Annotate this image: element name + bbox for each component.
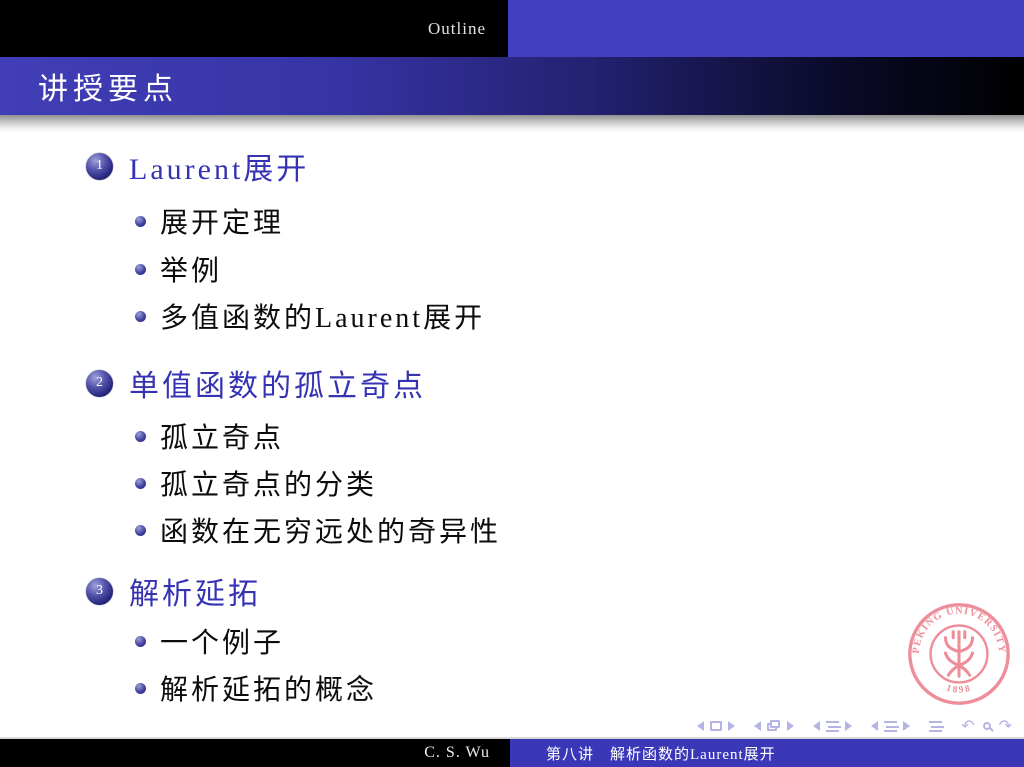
go-forward-icon[interactable]: ↷ bbox=[999, 718, 1012, 734]
next-section-icon[interactable] bbox=[903, 721, 911, 731]
subsection-nav bbox=[813, 720, 853, 732]
prev-frame-icon[interactable] bbox=[754, 721, 762, 731]
bullet-icon bbox=[135, 682, 146, 694]
toc-subitem[interactable]: 多值函数的Laurent展开 bbox=[86, 294, 1024, 338]
prev-slide-icon[interactable] bbox=[697, 721, 705, 731]
toc-section-title[interactable]: Laurent展开 bbox=[129, 144, 309, 188]
header-bar: Outline bbox=[0, 0, 1024, 57]
section-number-ball: 2 bbox=[86, 369, 113, 397]
toc-subitem[interactable]: 一个例子 bbox=[86, 619, 1024, 663]
next-slide-icon[interactable] bbox=[728, 721, 736, 731]
header-outline-label: Outline bbox=[428, 18, 486, 38]
peking-university-seal: PEKING UNIVERSITY 1898 bbox=[908, 603, 1010, 705]
section-number-ball: 3 bbox=[86, 577, 113, 605]
toc-subitem[interactable]: 展开定理 bbox=[86, 199, 1024, 243]
prev-subsection-icon[interactable] bbox=[813, 721, 821, 731]
toc-subitem[interactable]: 举例 bbox=[86, 247, 1024, 291]
section-nav bbox=[871, 720, 911, 732]
toc-subitem-label[interactable]: 孤立奇点 bbox=[160, 416, 284, 456]
title-shadow-divider bbox=[0, 115, 1024, 133]
toc-section-title[interactable]: 解析延拓 bbox=[129, 569, 261, 613]
bullet-icon bbox=[135, 310, 146, 322]
toc-subitem[interactable]: 孤立奇点的分类 bbox=[86, 461, 1024, 505]
slide-icon[interactable] bbox=[710, 721, 723, 731]
beamer-slide: Outline 讲授要点 1 Laurent展开 展开定理 举例 多值函数的La… bbox=[0, 0, 1024, 767]
presentation-icon[interactable] bbox=[929, 720, 945, 732]
toc-subitem[interactable]: 解析延拓的概念 bbox=[86, 666, 1024, 710]
beamer-navigation-bar: ↶ ↷ bbox=[685, 718, 1012, 734]
next-subsection-icon[interactable] bbox=[845, 721, 853, 731]
frame-nav bbox=[754, 720, 795, 732]
footer-author: C. S. Wu bbox=[424, 744, 490, 761]
history-nav: ↶ ↷ bbox=[961, 718, 1012, 734]
go-back-icon[interactable]: ↶ bbox=[961, 718, 974, 734]
toc-section-3[interactable]: 3 解析延拓 bbox=[86, 568, 1024, 614]
section-number: 1 bbox=[96, 158, 103, 173]
toc-subitem-label[interactable]: 孤立奇点的分类 bbox=[160, 463, 377, 503]
footer-title-cell: 第八讲 解析函数的Laurent展开 bbox=[510, 739, 1024, 767]
frame-title-bar: 讲授要点 bbox=[0, 57, 1024, 115]
toc-subitem-label[interactable]: 函数在无穷远处的奇异性 bbox=[160, 510, 501, 550]
toc-subitem-label[interactable]: 多值函数的Laurent展开 bbox=[160, 296, 485, 336]
bullet-icon bbox=[135, 430, 146, 442]
footer-lecture-title: 第八讲 解析函数的Laurent展开 bbox=[546, 746, 776, 763]
prev-section-icon[interactable] bbox=[871, 721, 879, 731]
header-section-cell: Outline bbox=[0, 0, 508, 57]
frame-title: 讲授要点 bbox=[38, 73, 178, 106]
header-right-cell bbox=[508, 0, 1024, 57]
section-number: 2 bbox=[96, 375, 103, 390]
bullet-icon bbox=[135, 477, 146, 489]
subsection-icon[interactable] bbox=[826, 720, 842, 732]
section-number-ball: 1 bbox=[86, 152, 113, 180]
frame-icon[interactable] bbox=[767, 720, 781, 732]
toc-subitem-label[interactable]: 一个例子 bbox=[160, 621, 284, 661]
search-icon[interactable] bbox=[982, 722, 991, 730]
toc-section-2[interactable]: 2 单值函数的孤立奇点 bbox=[86, 360, 1024, 406]
section-number: 3 bbox=[96, 583, 103, 598]
footer-author-cell: C. S. Wu bbox=[0, 739, 510, 767]
toc-content: 1 Laurent展开 展开定理 举例 多值函数的Laurent展开 2 单值函… bbox=[0, 143, 1024, 710]
footer-bar: C. S. Wu 第八讲 解析函数的Laurent展开 bbox=[0, 737, 1024, 767]
bullet-icon bbox=[135, 524, 146, 536]
toc-subitem[interactable]: 函数在无穷远处的奇异性 bbox=[86, 508, 1024, 552]
toc-subitem[interactable]: 孤立奇点 bbox=[86, 414, 1024, 458]
next-frame-icon[interactable] bbox=[787, 721, 795, 731]
bullet-icon bbox=[135, 635, 146, 647]
slide-nav bbox=[697, 721, 736, 731]
bullet-icon bbox=[135, 215, 146, 227]
toc-subitem-label[interactable]: 解析延拓的概念 bbox=[160, 668, 377, 708]
toc-section-title[interactable]: 单值函数的孤立奇点 bbox=[129, 361, 426, 405]
bullet-icon bbox=[135, 263, 146, 275]
section-icon[interactable] bbox=[884, 720, 900, 732]
toc-subitem-label[interactable]: 举例 bbox=[160, 249, 222, 289]
presentation-nav bbox=[929, 720, 945, 732]
toc-subitem-label[interactable]: 展开定理 bbox=[160, 201, 284, 241]
toc-section-1[interactable]: 1 Laurent展开 bbox=[86, 143, 1024, 189]
